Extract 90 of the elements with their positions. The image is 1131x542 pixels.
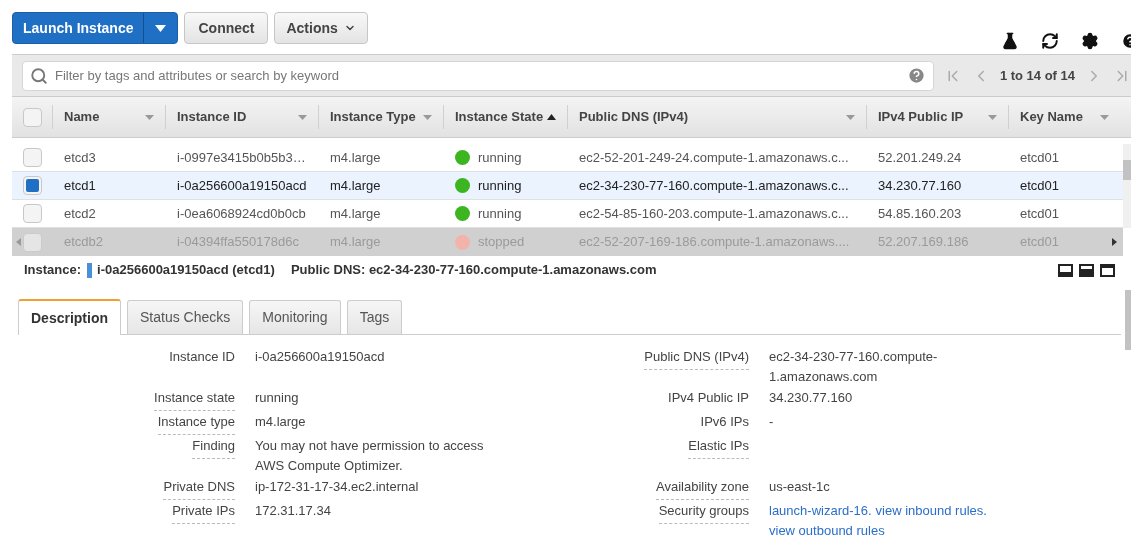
tab[interactable]: Monitoring xyxy=(249,300,341,334)
settings-icon[interactable] xyxy=(1081,32,1099,50)
field-value: ec2-34-230-77-160.compute-1.amazonaws.com xyxy=(769,348,939,386)
column-header[interactable]: Public DNS (IPv4) xyxy=(579,107,689,127)
table-cell-text: ec2-34-230-77-160.compute-1.amazonaws.c... xyxy=(579,176,849,195)
table-cell-text: etcd01 xyxy=(1020,148,1060,167)
row-checkbox[interactable] xyxy=(22,232,42,252)
field-label: IPv4 Public IP xyxy=(668,389,749,407)
vertical-scrollbar[interactable] xyxy=(1123,144,1131,228)
field-label: Instance ID xyxy=(169,348,235,366)
tab[interactable]: Status Checks xyxy=(127,300,244,334)
field-value: i-0a256600a19150acd xyxy=(255,348,386,366)
row-checkbox[interactable] xyxy=(22,148,42,167)
scroll-right-icon[interactable] xyxy=(1112,238,1117,246)
table-cell-text: etcd01 xyxy=(1020,204,1060,223)
pane-top-icon[interactable] xyxy=(1100,263,1115,277)
launch-button[interactable]: Launch Instance xyxy=(13,13,145,43)
search-field[interactable]: Filter by tags and attributes or search by keyword xyxy=(22,60,934,91)
flask-icon[interactable] xyxy=(1001,32,1019,50)
refresh-icon[interactable] xyxy=(1041,32,1059,50)
pagination-text: 1 to 14 of 14 xyxy=(999,66,1075,85)
table-cell-text: m4.large xyxy=(330,176,381,195)
link[interactable]: view inbound rules. xyxy=(875,501,987,521)
field-value: running xyxy=(255,389,300,407)
caret-icon[interactable] xyxy=(423,114,432,120)
table-cell-text: running xyxy=(478,148,522,167)
row-checkbox[interactable] xyxy=(22,176,42,195)
field-label: IPv6 IPs xyxy=(700,413,749,431)
caret-icon[interactable] xyxy=(988,114,997,120)
caret-icon[interactable] xyxy=(298,114,307,120)
sort-up-icon[interactable] xyxy=(547,114,556,120)
caret-icon[interactable] xyxy=(1100,114,1109,120)
instance-name: i-0a256600a19150acd (etcd1) xyxy=(97,261,275,280)
field-label: Public DNS (IPv4) xyxy=(644,347,749,370)
table-cell-text: etcd01 xyxy=(1020,176,1060,195)
column-header[interactable]: IPv4 Public IP xyxy=(878,107,964,127)
field-label: Private DNS xyxy=(163,477,235,500)
page-scrollbar[interactable] xyxy=(1125,290,1131,350)
table-cell-text: 54.85.160.203 xyxy=(878,204,962,223)
field-value: - xyxy=(769,413,775,431)
table-cell-text: i-0ea6068924cd0b0cb xyxy=(177,204,306,223)
search-icon xyxy=(30,66,48,85)
table-cell-text: ec2-52-201-249-24.compute-1.amazonaws.c... xyxy=(579,148,849,167)
field-value: 172.31.17.34 xyxy=(255,502,332,520)
table-cell-text: etcd3 xyxy=(64,148,96,167)
pane-middle-icon[interactable] xyxy=(1079,263,1094,277)
caret-icon[interactable] xyxy=(145,114,154,120)
table-cell-text: etcd1 xyxy=(64,176,96,195)
actions-button[interactable]: Actions xyxy=(274,12,368,44)
link[interactable]: view outbound rules xyxy=(769,521,885,541)
field-label: Instance state xyxy=(154,388,235,411)
field-value: ip-172-31-17-34.ec2.internal xyxy=(255,478,420,496)
tab[interactable]: Tags xyxy=(346,300,403,334)
field-value: m4.large xyxy=(255,413,307,431)
field-value: us-east-1c xyxy=(769,478,831,496)
table-cell-text: ec2-54-85-160-203.compute-1.amazonaws.c... xyxy=(579,204,849,223)
column-header[interactable]: Name xyxy=(64,107,100,127)
table-cell-text: 34.230.77.160 xyxy=(878,176,962,195)
table-cell-text: m4.large xyxy=(330,148,381,167)
pane-bottom-icon[interactable] xyxy=(1058,263,1073,277)
table-cell-text: 52.201.249.24 xyxy=(878,148,962,167)
column-header[interactable]: Instance Type xyxy=(330,107,416,127)
link[interactable]: launch-wizard-16. xyxy=(769,501,872,521)
table-cell-text: i-0997e3415b0b5b3… xyxy=(177,148,306,167)
table-cell-text: m4.large xyxy=(330,204,381,223)
field-label: Availability zone xyxy=(656,477,749,500)
instance-label: Instance: xyxy=(24,261,82,280)
field-value: 34.230.77.160 xyxy=(769,389,854,407)
table-cell-text: i-0a256600a19150acd xyxy=(177,176,307,195)
column-header[interactable]: Key Name xyxy=(1020,107,1083,127)
caret-icon xyxy=(155,24,167,32)
field-label: Finding xyxy=(192,436,235,459)
public-dns-heading: Public DNS: ec2-34-230-77-160.compute-1.amazonaws.com xyxy=(290,261,657,280)
table-row[interactable]: etcd1 i-0a256600a19150acd m4.large running ec2-34-230-77-160.compute-1.amazonaws.c... 34.230.77.160 etcd01 xyxy=(12,172,1123,200)
field-label: Instance type xyxy=(157,412,235,435)
table-cell-text: etcd2 xyxy=(64,204,96,223)
field-label: Private IPs xyxy=(172,501,235,524)
field-label: Elastic IPs xyxy=(688,436,749,459)
selection-marker xyxy=(87,262,93,278)
tab[interactable]: Description xyxy=(18,299,121,335)
toolbar-button[interactable]: Connect xyxy=(184,12,269,44)
caret-icon[interactable] xyxy=(846,114,855,120)
table-cell-text: running xyxy=(478,176,522,195)
field-label: Security groups xyxy=(658,501,749,524)
column-header[interactable]: Instance ID xyxy=(177,107,247,127)
row-checkbox[interactable] xyxy=(22,204,42,223)
field-value: You may not have permission to access AWS Compute Optimizer. xyxy=(255,437,485,475)
table-cell-text: running xyxy=(478,204,522,223)
column-header[interactable]: Instance State xyxy=(455,107,544,127)
select-all-checkbox[interactable] xyxy=(22,107,42,127)
